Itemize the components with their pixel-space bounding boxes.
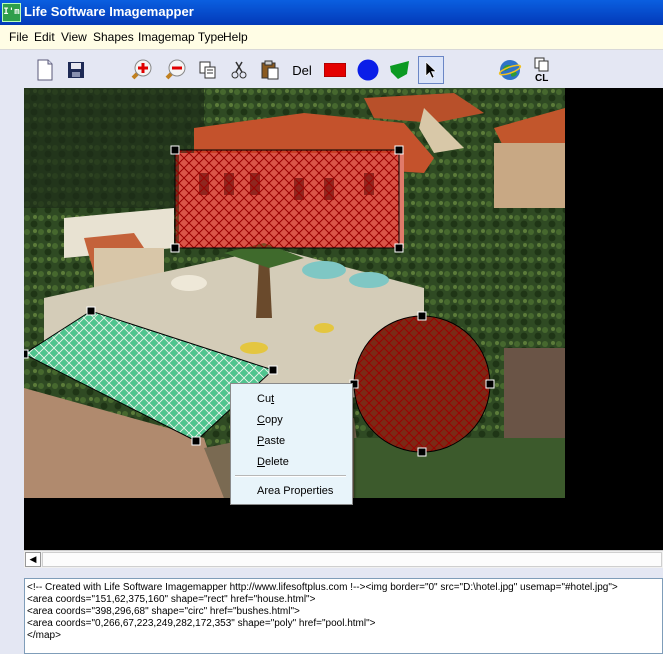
scissors-icon xyxy=(231,61,247,79)
context-delete-label: Delete xyxy=(257,456,289,468)
menu-help[interactable]: Help xyxy=(223,30,248,44)
html-code-output[interactable]: <!-- Created with Life Software Imagemap… xyxy=(24,578,663,654)
context-copy-label: Copy xyxy=(257,414,283,426)
menu-view[interactable]: View xyxy=(61,30,87,44)
code-line: <area coords="151,62,375,160" shape="rec… xyxy=(27,594,316,605)
context-paste[interactable]: Paste xyxy=(257,435,285,447)
preview-browser-button[interactable] xyxy=(497,56,523,84)
clear-button[interactable]: CL xyxy=(530,56,556,84)
red-rectangle-icon xyxy=(324,63,346,77)
zoom-in-icon xyxy=(131,59,152,80)
polygon-shape-button[interactable] xyxy=(387,56,413,84)
context-cut-label: Cut xyxy=(257,393,275,405)
floppy-icon xyxy=(68,62,84,78)
toolbar: Del CL xyxy=(0,50,663,88)
title-bar: I'm Life Software Imagemapper xyxy=(0,0,663,25)
menu-imagemap-type[interactable]: Imagemap Type xyxy=(138,30,224,44)
context-delete[interactable]: Delete xyxy=(257,456,289,468)
clipboard-icon xyxy=(261,60,279,80)
code-line: </map> xyxy=(27,630,61,641)
menu-file[interactable]: File xyxy=(9,30,28,44)
context-copy[interactable]: Copy xyxy=(257,414,283,426)
code-line: <area coords="398,296,68" shape="circ" h… xyxy=(27,606,300,617)
zoom-out-button[interactable] xyxy=(162,56,188,84)
menu-shapes[interactable]: Shapes xyxy=(93,30,134,44)
copy-button[interactable] xyxy=(195,56,221,84)
globe-icon xyxy=(498,60,522,80)
context-separator xyxy=(235,475,346,477)
app-icon: I'm xyxy=(2,3,21,22)
context-menu: Cut Copy Paste Delete Area Properties xyxy=(230,383,353,505)
horizontal-scrollbar[interactable]: ◀ xyxy=(24,550,663,568)
select-pointer-button[interactable] xyxy=(418,56,444,84)
context-area-properties[interactable]: Area Properties xyxy=(257,485,333,497)
save-button[interactable] xyxy=(63,56,89,84)
copy-icon xyxy=(199,61,216,79)
paste-button[interactable] xyxy=(257,56,283,84)
green-polygon-icon xyxy=(390,61,409,79)
circle-shape-button[interactable] xyxy=(355,56,381,84)
clear-label: CL xyxy=(535,73,548,83)
scrollbar-thumb[interactable] xyxy=(42,552,662,567)
pointer-arrow-icon xyxy=(425,61,437,79)
menu-edit[interactable]: Edit xyxy=(34,30,55,44)
cut-button[interactable] xyxy=(226,56,252,84)
clear-icon: CL xyxy=(534,57,549,83)
new-file-icon xyxy=(37,59,53,81)
zoom-in-button[interactable] xyxy=(128,56,154,84)
delete-label: Del xyxy=(292,62,312,78)
scroll-left-arrow-icon[interactable]: ◀ xyxy=(25,552,41,567)
blue-circle-icon xyxy=(357,59,379,81)
code-line: <!-- Created with Life Software Imagemap… xyxy=(27,582,618,593)
zoom-out-icon xyxy=(165,59,186,80)
menu-bar: File Edit View Shapes Imagemap Type Help xyxy=(0,25,663,50)
context-paste-label: Paste xyxy=(257,435,286,447)
window-title: Life Software Imagemapper xyxy=(24,4,194,19)
new-file-button[interactable] xyxy=(32,56,58,84)
delete-button[interactable]: Del xyxy=(289,56,315,84)
rectangle-shape-button[interactable] xyxy=(322,56,348,84)
code-line: <area coords="0,266,67,223,249,282,172,3… xyxy=(27,618,376,629)
context-cut[interactable]: Cut xyxy=(257,393,274,405)
